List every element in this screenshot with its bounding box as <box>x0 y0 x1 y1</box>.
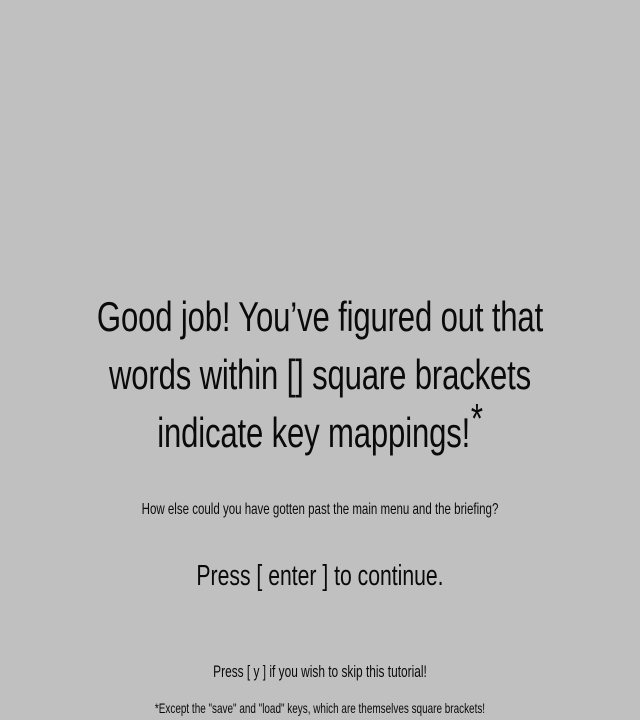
skip-tutorial-prompt[interactable]: Press [ y ] if you wish to skip this tut… <box>96 662 544 681</box>
question-text: How else could you have gotten past the … <box>141 501 499 518</box>
headline-line-1: Good job! You’ve figured out that <box>96 293 544 340</box>
continue-prompt[interactable]: Press [ enter ] to continue. <box>86 560 553 592</box>
footnote-text: *Except the "save" and "load" keys, whic… <box>154 700 486 716</box>
headline-line-3-text: indicate key mappings! <box>157 409 471 456</box>
headline-line-2: words within [] square brackets <box>108 351 532 398</box>
footnote-asterisk: * <box>470 395 483 442</box>
tutorial-screen: Good job! You’ve figured out that words … <box>0 0 640 720</box>
headline-line-3: indicate key mappings!* <box>83 396 557 456</box>
